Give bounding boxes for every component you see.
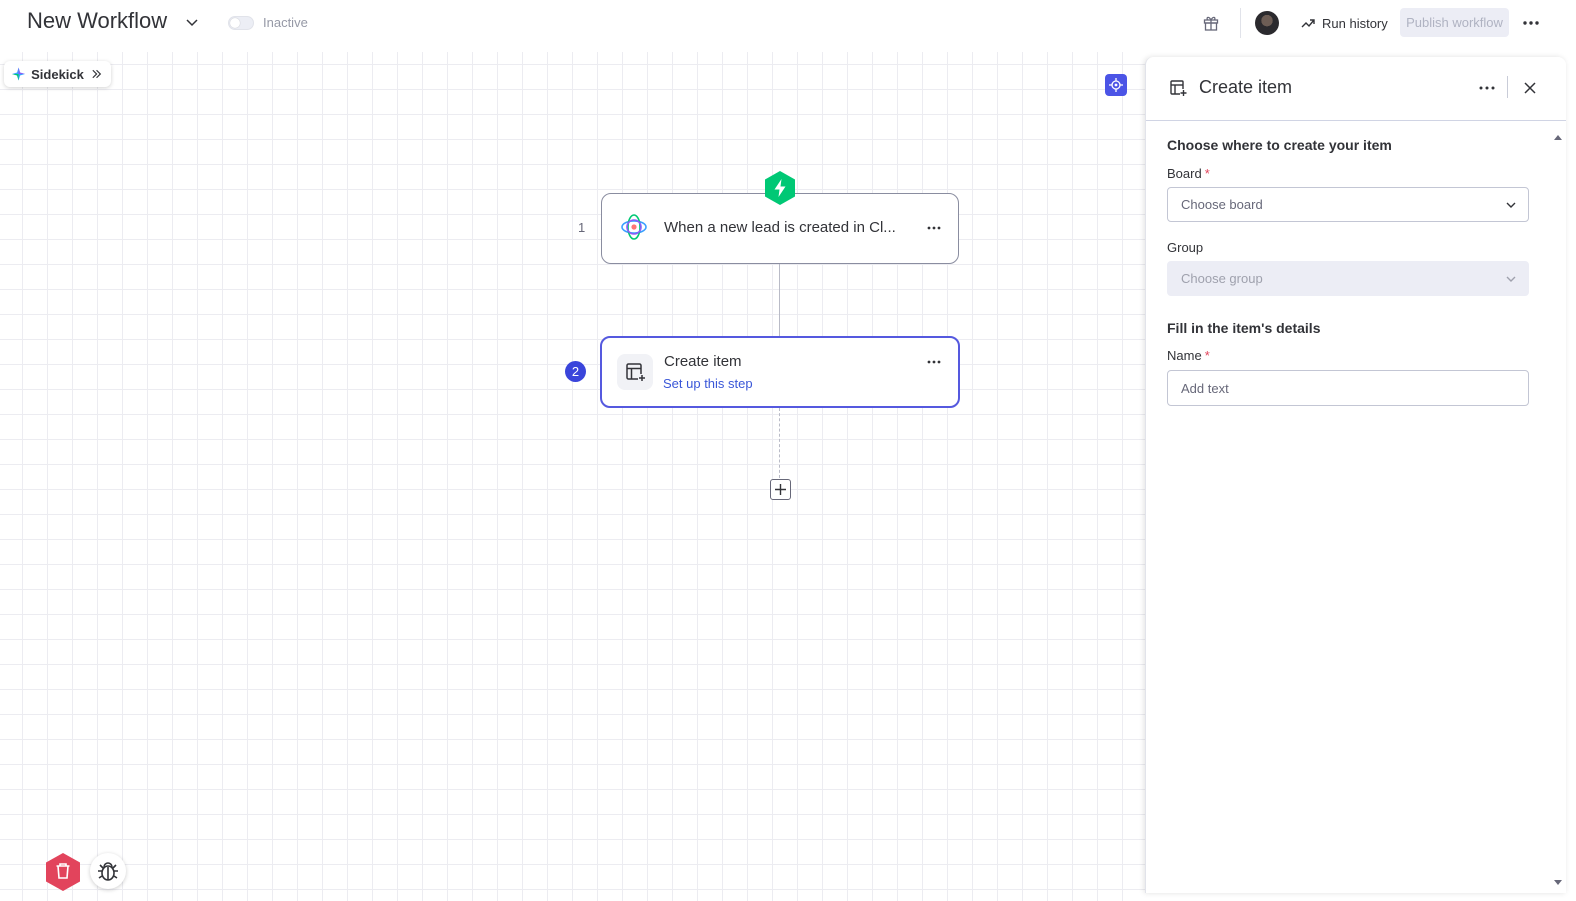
action-step-card[interactable] [600, 336, 960, 408]
divider [1507, 76, 1508, 98]
board-select-placeholder: Choose board [1181, 197, 1263, 212]
crosshair-icon [1109, 78, 1123, 92]
required-mark: * [1204, 348, 1210, 363]
trend-icon [1301, 19, 1315, 28]
scroll-down-arrow-icon[interactable] [1553, 879, 1563, 887]
chevron-down-icon [1506, 202, 1516, 208]
section-title: Fill in the item's details [1167, 320, 1321, 336]
delete-workflow-icon[interactable] [44, 852, 82, 892]
top-bar: New Workflow Inactive Run history Publis… [0, 0, 1576, 46]
chevrons-right-icon [92, 69, 102, 79]
close-icon[interactable] [1520, 78, 1540, 98]
group-select-placeholder: Choose group [1181, 271, 1263, 286]
workflow-title[interactable]: New Workflow [27, 8, 167, 34]
board-field-label: Board * [1167, 166, 1210, 181]
plus-icon [775, 484, 786, 495]
workflow-status: Inactive [263, 15, 308, 30]
step-number: 1 [578, 220, 586, 235]
scroll-up-arrow-icon[interactable] [1553, 133, 1563, 141]
add-step-button[interactable] [770, 479, 791, 500]
setup-step-link[interactable]: Set up this step [663, 376, 753, 391]
chevron-down-icon[interactable] [184, 14, 200, 30]
board-select[interactable]: Choose board [1167, 187, 1529, 222]
run-history-button[interactable]: Run history [1300, 11, 1388, 35]
bug-icon [98, 862, 118, 881]
create-item-icon [1170, 80, 1187, 97]
panel-title: Create item [1199, 77, 1293, 97]
debug-button[interactable] [90, 853, 126, 889]
step-connector [779, 264, 780, 336]
name-label-text: Name [1167, 348, 1202, 363]
name-field-label: Name * [1167, 348, 1210, 363]
chevron-down-icon [1506, 276, 1516, 282]
group-field-label: Group [1167, 240, 1204, 255]
divider [1240, 8, 1241, 38]
step-more-icon[interactable] [925, 353, 943, 371]
step-connector-dashed [779, 408, 780, 478]
name-input[interactable] [1167, 370, 1529, 406]
workflow-active-toggle[interactable] [228, 16, 254, 30]
board-label-text: Board [1167, 166, 1202, 181]
gift-icon[interactable] [1202, 14, 1220, 32]
step-number-badge: 2 [565, 361, 586, 382]
crm-app-icon [621, 214, 647, 240]
avatar[interactable] [1255, 11, 1279, 35]
toggle-knob [230, 18, 240, 28]
required-mark: * [1204, 166, 1210, 181]
trigger-bolt-icon [765, 171, 795, 205]
group-select[interactable]: Choose group [1167, 261, 1529, 296]
create-item-icon [617, 354, 653, 390]
section-title: Choose where to create your item [1167, 137, 1392, 153]
sidekick-button[interactable]: Sidekick [4, 61, 111, 87]
run-history-label: Run history [1322, 15, 1388, 31]
sidekick-sparkle-icon [12, 67, 26, 81]
sidekick-label: Sidekick [31, 66, 84, 82]
workflow-canvas[interactable] [0, 52, 1145, 901]
step-config-panel: Create item Choose where to create your … [1145, 57, 1566, 893]
more-options-icon[interactable] [1520, 12, 1542, 34]
step-more-icon[interactable] [925, 219, 943, 237]
trigger-step-title: When a new lead is created in Cl... [664, 219, 896, 236]
action-step-title: Create item [664, 353, 742, 370]
panel-header: Create item [1146, 57, 1566, 121]
more-options-icon[interactable] [1477, 78, 1497, 98]
recenter-button[interactable] [1105, 74, 1127, 96]
publish-workflow-button[interactable]: Publish workflow [1400, 8, 1509, 37]
